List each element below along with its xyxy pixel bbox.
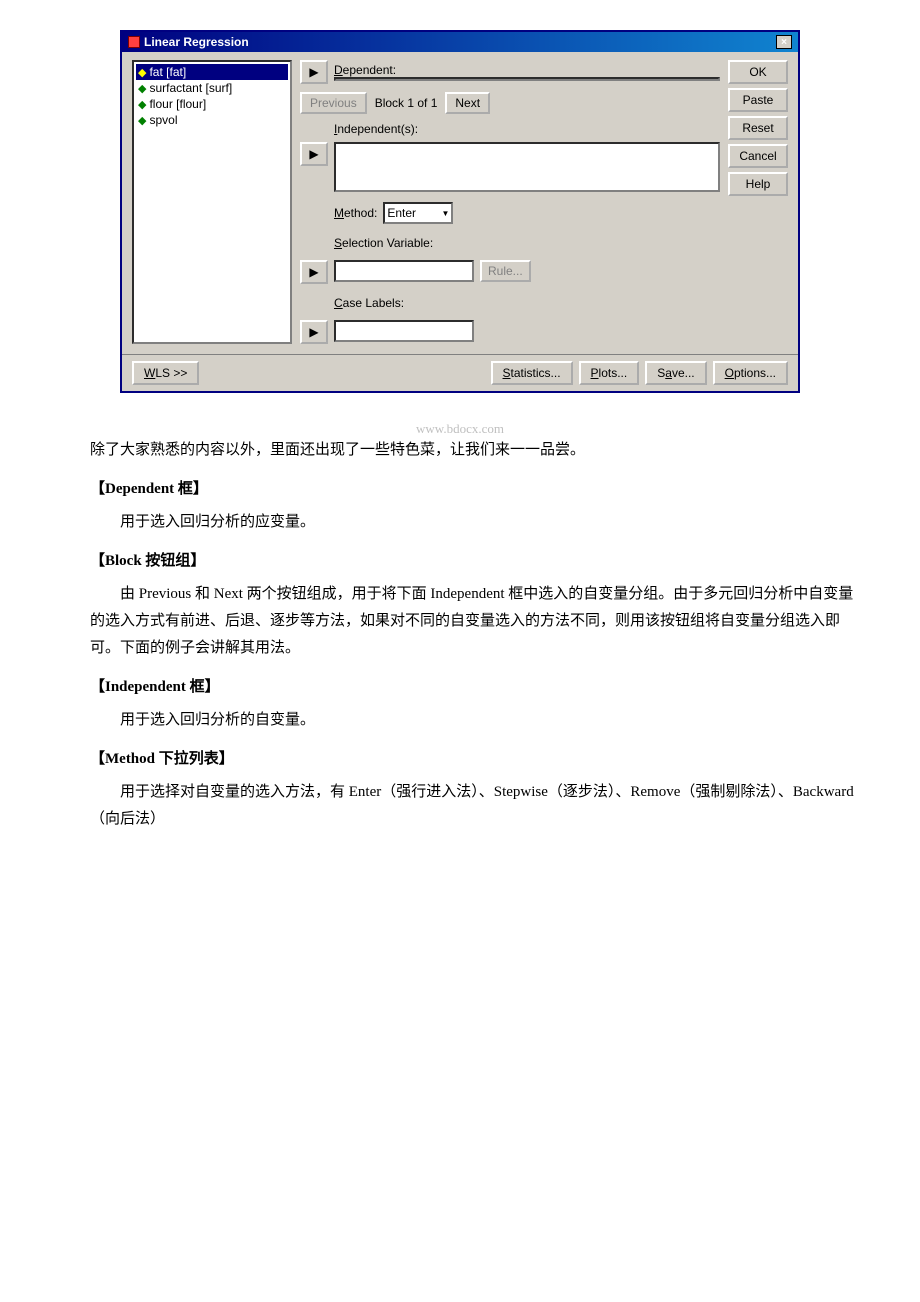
var-item-surfactant[interactable]: ◆ surfactant [surf] (136, 80, 288, 96)
dropdown-arrow-icon: ▼ (441, 209, 449, 218)
right-buttons: OK Paste Reset Cancel Help (728, 60, 788, 344)
case-arrow-button[interactable]: ▶ (300, 320, 328, 344)
independent-label: Independent(s): (334, 122, 720, 136)
var-icon-spvol: ◆ (138, 114, 146, 127)
section-header-block: 【Block 按钮组】 (90, 548, 860, 575)
independent-section: ▶ (300, 142, 720, 192)
method-value: Enter (387, 206, 416, 220)
selection-input[interactable] (334, 260, 474, 282)
linear-regression-dialog: Linear Regression × ◆ fat [fat] ◆ surfac… (120, 30, 800, 393)
selection-arrow-button[interactable]: ▶ (300, 260, 328, 284)
method-dropdown[interactable]: Enter ▼ (383, 202, 453, 224)
method-row: Method: Enter ▼ (300, 202, 720, 224)
previous-button[interactable]: Previous (300, 92, 367, 114)
paste-button[interactable]: Paste (728, 88, 788, 112)
section-header-independent: 【Independent 框】 (90, 674, 860, 701)
main-content: 除了大家熟悉的内容以外，里面还出现了一些特色菜，让我们来一一品尝。 【Depen… (60, 437, 860, 833)
middle-section: ▶ Dependent: Previous Block 1 of 1 Next … (300, 60, 720, 344)
dependent-input[interactable] (334, 77, 720, 81)
var-item-spvol[interactable]: ◆ spvol (136, 112, 288, 128)
dialog-icon (128, 36, 140, 48)
var-label-surfactant: surfactant [surf] (149, 81, 232, 95)
variable-list[interactable]: ◆ fat [fat] ◆ surfactant [surf] ◆ flour … (132, 60, 292, 344)
plots-button[interactable]: Plots... (579, 361, 640, 385)
selection-section: ▶ Rule... (300, 260, 720, 284)
dependent-row: ▶ Dependent: (300, 60, 720, 84)
var-label-flour: flour [flour] (149, 97, 206, 111)
independent-arrow-button[interactable]: ▶ (300, 142, 328, 166)
var-label-fat: fat [fat] (149, 65, 186, 79)
var-label-spvol: spvol (149, 113, 177, 127)
wls-button[interactable]: WLS >> (132, 361, 199, 385)
dialog-wrapper: Linear Regression × ◆ fat [fat] ◆ surfac… (60, 30, 860, 393)
method-label: Method: (334, 206, 377, 220)
save-button[interactable]: Save... (645, 361, 706, 385)
cancel-button[interactable]: Cancel (728, 144, 788, 168)
section-text-independent: 用于选入回归分析的自变量。 (90, 707, 860, 734)
independent-input[interactable] (334, 142, 720, 192)
dependent-label: Dependent: (334, 63, 720, 77)
intro-paragraph: 除了大家熟悉的内容以外，里面还出现了一些特色菜，让我们来一一品尝。 (60, 437, 860, 464)
var-icon-fat: ◆ (138, 66, 146, 79)
watermark: www.bdocx.com (60, 421, 860, 437)
dialog-footer: WLS >> Statistics... Plots... Save... Op… (122, 354, 798, 391)
block-label: Block 1 of 1 (371, 96, 442, 110)
var-item-fat[interactable]: ◆ fat [fat] (136, 64, 288, 80)
section-text-dependent: 用于选入回归分析的应变量。 (90, 509, 860, 536)
close-button[interactable]: × (776, 35, 792, 49)
rule-button[interactable]: Rule... (480, 260, 531, 282)
titlebar-title-group: Linear Regression (128, 35, 249, 49)
section-text-block: 由 Previous 和 Next 两个按钮组成，用于将下面 Independe… (90, 581, 860, 662)
reset-button[interactable]: Reset (728, 116, 788, 140)
section-header-method: 【Method 下拉列表】 (90, 746, 860, 773)
var-item-flour[interactable]: ◆ flour [flour] (136, 96, 288, 112)
var-icon-flour: ◆ (138, 98, 146, 111)
case-label: Case Labels: (334, 296, 720, 310)
dialog-body: ◆ fat [fat] ◆ surfactant [surf] ◆ flour … (122, 52, 798, 354)
next-button[interactable]: Next (445, 92, 490, 114)
dialog-title: Linear Regression (144, 35, 249, 49)
block-row: Previous Block 1 of 1 Next (300, 92, 720, 114)
ok-button[interactable]: OK (728, 60, 788, 84)
case-input[interactable] (334, 320, 474, 342)
section-header-dependent: 【Dependent 框】 (90, 476, 860, 503)
dependent-arrow-button[interactable]: ▶ (300, 60, 328, 84)
dialog-titlebar: Linear Regression × (122, 32, 798, 52)
selection-label: Selection Variable: (334, 236, 720, 250)
case-section: ▶ (300, 320, 720, 344)
dependent-field-group: Dependent: (334, 63, 720, 81)
var-icon-surfactant: ◆ (138, 82, 146, 95)
options-button[interactable]: Options... (713, 361, 788, 385)
section-text-method: 用于选择对自变量的选入方法，有 Enter（强行进入法）、Stepwise（逐步… (90, 779, 860, 833)
help-button[interactable]: Help (728, 172, 788, 196)
statistics-button[interactable]: Statistics... (491, 361, 573, 385)
